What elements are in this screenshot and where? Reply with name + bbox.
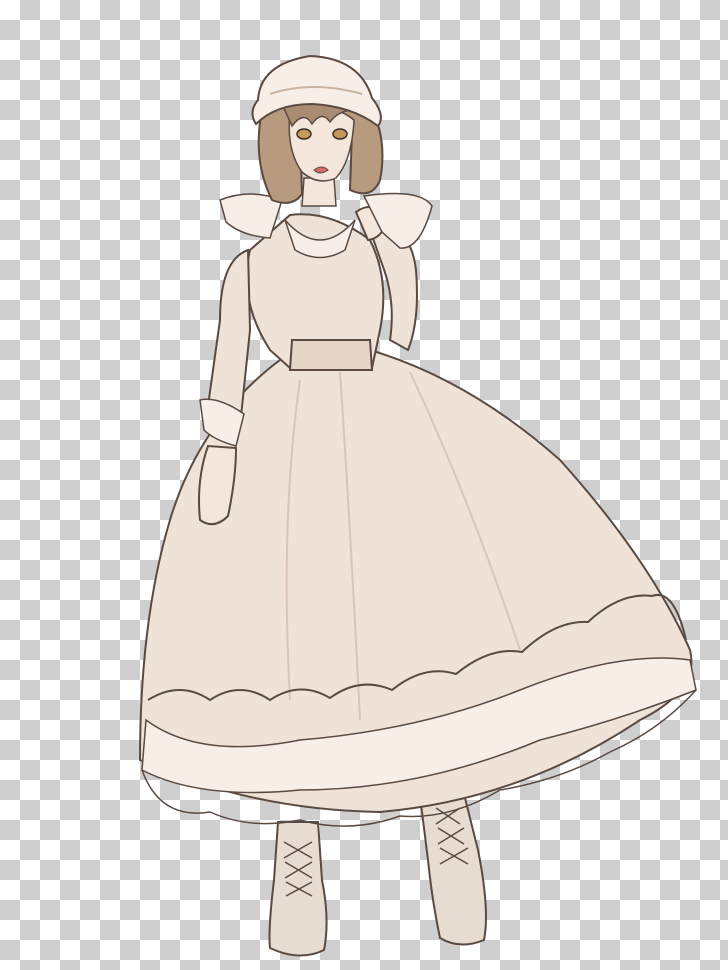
left-boot xyxy=(268,821,328,957)
left-eye-icon xyxy=(296,128,312,140)
maid-character-illustration xyxy=(138,54,697,957)
right-eye-icon xyxy=(332,128,348,140)
neck xyxy=(301,177,337,207)
transparency-checkerboard-background xyxy=(0,0,728,970)
